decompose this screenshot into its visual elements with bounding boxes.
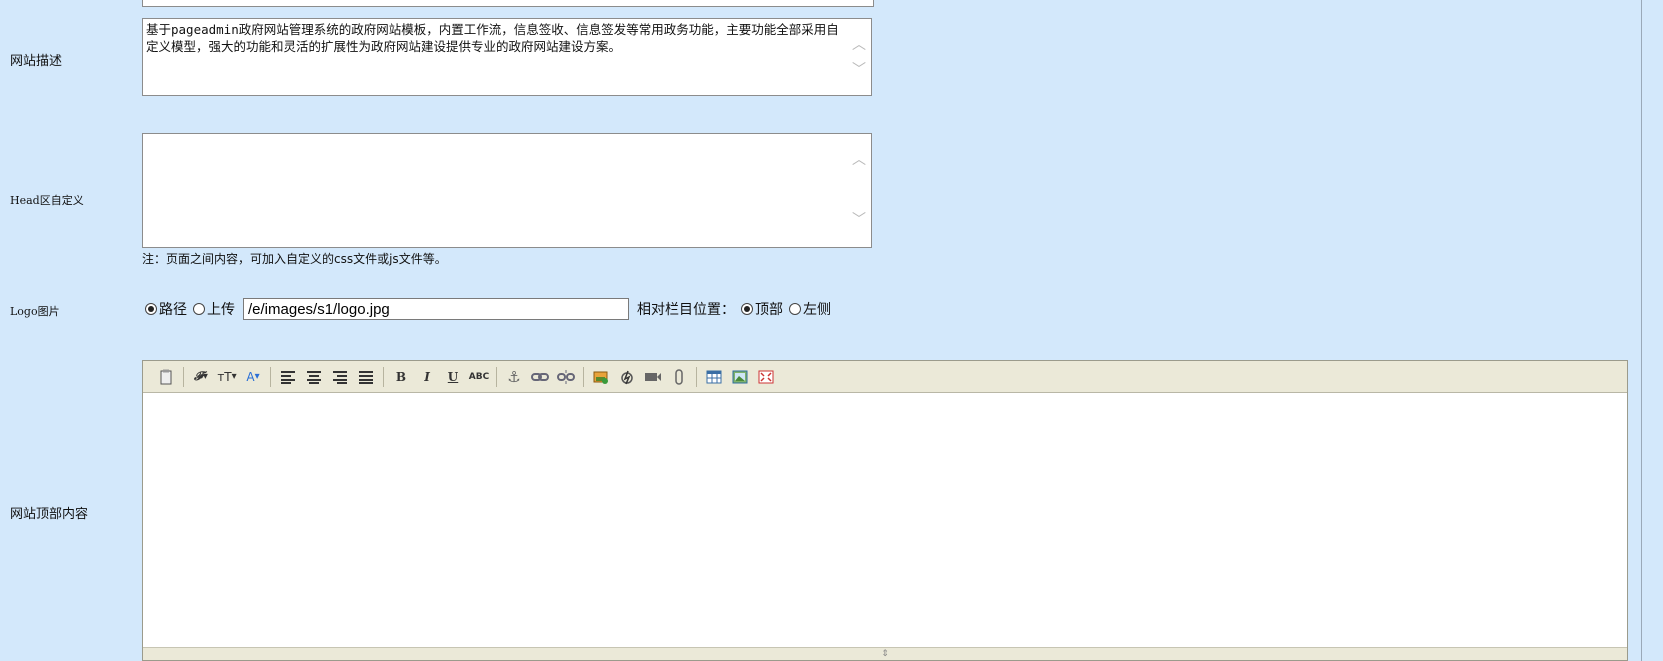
logo-position-label: 相对栏目位置： [637, 302, 735, 318]
logo-path-input[interactable] [243, 298, 629, 320]
unlink-icon[interactable] [553, 366, 579, 388]
head-custom-note: 注：页面之间内容，可加入自定义的css文件或js文件等。 [142, 252, 447, 266]
description-textarea[interactable]: 基于pageadmin政府网站管理系统的政府网站模板，内置工作流，信息签收、信息… [142, 18, 872, 96]
insert-image-icon[interactable] [588, 366, 614, 388]
toolbar-separator [583, 366, 584, 387]
description-scroll-down-icon[interactable]: ﹀ [850, 63, 868, 77]
bold-icon[interactable]: B [388, 366, 414, 388]
align-left-icon[interactable] [275, 366, 301, 388]
font-size-icon[interactable]: тT ▾ [214, 366, 240, 388]
font-color-icon[interactable]: A ▾ [240, 366, 266, 388]
top-content-label: 网站顶部内容 [10, 507, 89, 522]
logo-controls: 路径 上传 相对栏目位置： 顶部 左侧 [145, 298, 837, 320]
attachment-icon[interactable] [666, 366, 692, 388]
head-custom-textarea[interactable] [142, 133, 872, 248]
rich-text-editor: 𝓕 ▾ тT ▾ A ▾ B I U ABC ⚓ ⇕ [142, 360, 1628, 661]
toolbar-separator [383, 366, 384, 387]
italic-icon[interactable]: I [414, 366, 440, 388]
logo-position-top-radio[interactable] [741, 303, 753, 315]
anchor-icon[interactable]: ⚓ [501, 366, 527, 388]
fullscreen-icon[interactable] [753, 366, 779, 388]
toolbar-separator [496, 366, 497, 387]
media-icon[interactable] [640, 366, 666, 388]
align-right-icon[interactable] [327, 366, 353, 388]
toolbar-separator [270, 366, 271, 387]
underline-icon[interactable]: U [440, 366, 466, 388]
editor-content-area[interactable] [143, 393, 1627, 648]
logo-position-left-label: 左侧 [803, 302, 831, 318]
paste-icon[interactable] [153, 366, 179, 388]
page-right-edge [1641, 0, 1663, 661]
toolbar-separator [183, 366, 184, 387]
strikethrough-icon[interactable]: ABC [466, 366, 492, 388]
head-scroll-down-icon[interactable]: ﹀ [850, 213, 868, 227]
align-center-icon[interactable] [301, 366, 327, 388]
logo-position-top-label: 顶部 [755, 302, 783, 318]
link-icon[interactable] [527, 366, 553, 388]
flash-icon[interactable] [614, 366, 640, 388]
logo-source-upload-radio[interactable] [193, 303, 205, 315]
head-scroll-up-icon[interactable]: ︿ [850, 153, 868, 167]
font-family-icon[interactable]: 𝓕 ▾ [188, 366, 214, 388]
logo-label: Logo图片 [10, 305, 60, 318]
table-icon[interactable] [701, 366, 727, 388]
logo-source-upload-label: 上传 [207, 302, 235, 318]
editor-resize-handle[interactable]: ⇕ [143, 647, 1627, 660]
logo-position-left-radio[interactable] [789, 303, 801, 315]
toolbar-separator [696, 366, 697, 387]
justify-icon[interactable] [353, 366, 379, 388]
description-scroll-up-icon[interactable]: ︿ [850, 38, 868, 52]
previous-field-bottom [142, 0, 874, 7]
editor-toolbar: 𝓕 ▾ тT ▾ A ▾ B I U ABC ⚓ [143, 361, 1627, 393]
head-custom-label: Head区自定义 [10, 194, 84, 207]
image-gallery-icon[interactable] [727, 366, 753, 388]
description-label: 网站描述 [10, 54, 63, 69]
logo-source-path-radio[interactable] [145, 303, 157, 315]
logo-source-path-label: 路径 [159, 302, 187, 318]
